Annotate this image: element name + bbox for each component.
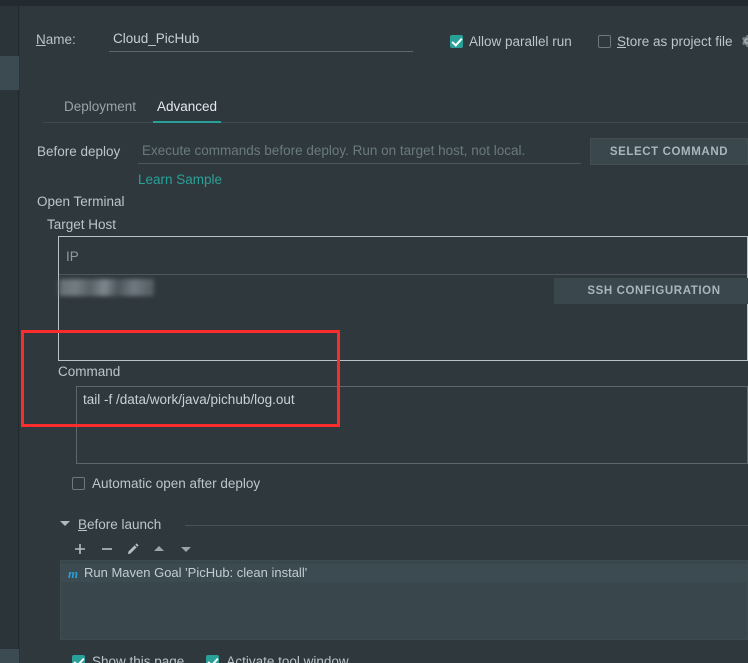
checkbox-icon[interactable] bbox=[72, 655, 85, 663]
tab-bar: Deployment Advanced bbox=[43, 94, 748, 123]
before-deploy-label: Before deploy bbox=[37, 144, 121, 159]
checkbox-icon[interactable] bbox=[598, 35, 611, 48]
command-textarea[interactable]: tail -f /data/work/java/pichub/log.out bbox=[76, 386, 748, 464]
target-host-label: Target Host bbox=[47, 217, 117, 232]
name-input[interactable] bbox=[109, 28, 413, 52]
tab-deployment[interactable]: Deployment bbox=[60, 96, 140, 123]
gear-icon[interactable] bbox=[739, 33, 748, 49]
checkbox-icon[interactable] bbox=[206, 655, 220, 663]
name-label: Name: bbox=[36, 32, 76, 47]
activate-tool-window-checkbox[interactable]: Activate tool window bbox=[206, 654, 370, 663]
section-divider bbox=[185, 525, 748, 526]
ssh-configuration-button[interactable]: SSH CONFIGURATION bbox=[554, 278, 748, 304]
select-command-button[interactable]: SELECT COMMAND bbox=[590, 138, 748, 165]
checkbox-icon[interactable] bbox=[72, 477, 85, 490]
show-this-page-checkbox[interactable]: Show this page bbox=[72, 654, 206, 663]
allow-parallel-run-checkbox[interactable]: Allow parallel run bbox=[450, 34, 572, 49]
open-terminal-label: Open Terminal bbox=[37, 194, 125, 209]
target-host-ip-value-redacted bbox=[59, 279, 154, 296]
name-row: Name: bbox=[36, 28, 436, 54]
command-label: Command bbox=[58, 364, 121, 379]
move-down-icon[interactable] bbox=[177, 540, 195, 558]
allow-parallel-run-label: Allow parallel run bbox=[469, 34, 572, 49]
before-launch-title: Before launch bbox=[78, 517, 162, 532]
maven-icon: m bbox=[67, 566, 79, 581]
show-this-page-label: Show this page bbox=[92, 654, 185, 663]
before-launch-toolbar bbox=[60, 536, 748, 561]
chevron-down-icon[interactable] bbox=[60, 521, 70, 526]
learn-sample-link[interactable]: Learn Sample bbox=[138, 172, 222, 187]
configuration-pane: Name: Allow parallel run Store as projec… bbox=[20, 6, 748, 663]
sidebar-selected-item[interactable] bbox=[0, 56, 19, 90]
bottom-options-row: Show this page Activate tool window bbox=[72, 654, 371, 663]
tab-advanced[interactable]: Advanced bbox=[153, 96, 222, 123]
list-item[interactable]: m Run Maven Goal 'PicHub: clean install' bbox=[61, 564, 747, 582]
configurations-sidebar[interactable] bbox=[0, 6, 19, 663]
before-launch-item-label: Run Maven Goal 'PicHub: clean install' bbox=[84, 565, 308, 580]
target-host-divider bbox=[59, 274, 747, 275]
edit-pencil-icon[interactable] bbox=[124, 540, 142, 558]
store-as-project-file-label: Store as project file bbox=[617, 34, 733, 49]
remove-icon[interactable] bbox=[98, 540, 116, 558]
move-up-icon[interactable] bbox=[150, 540, 168, 558]
sidebar-bottom-item[interactable] bbox=[0, 649, 19, 663]
automatic-open-label: Automatic open after deploy bbox=[92, 476, 261, 491]
store-as-project-file-checkbox[interactable]: Store as project file bbox=[598, 34, 733, 49]
target-host-ip-label: IP bbox=[66, 249, 79, 264]
before-launch-header[interactable]: Before launch bbox=[60, 517, 748, 533]
checkbox-icon[interactable] bbox=[450, 35, 463, 48]
add-icon[interactable] bbox=[71, 540, 89, 558]
run-debug-configurations-dialog: Name: Allow parallel run Store as projec… bbox=[0, 0, 748, 663]
activate-tool-window-label: Activate tool window bbox=[226, 654, 349, 663]
before-deploy-input[interactable] bbox=[138, 140, 581, 164]
automatic-open-after-deploy-checkbox[interactable]: Automatic open after deploy bbox=[72, 476, 260, 491]
